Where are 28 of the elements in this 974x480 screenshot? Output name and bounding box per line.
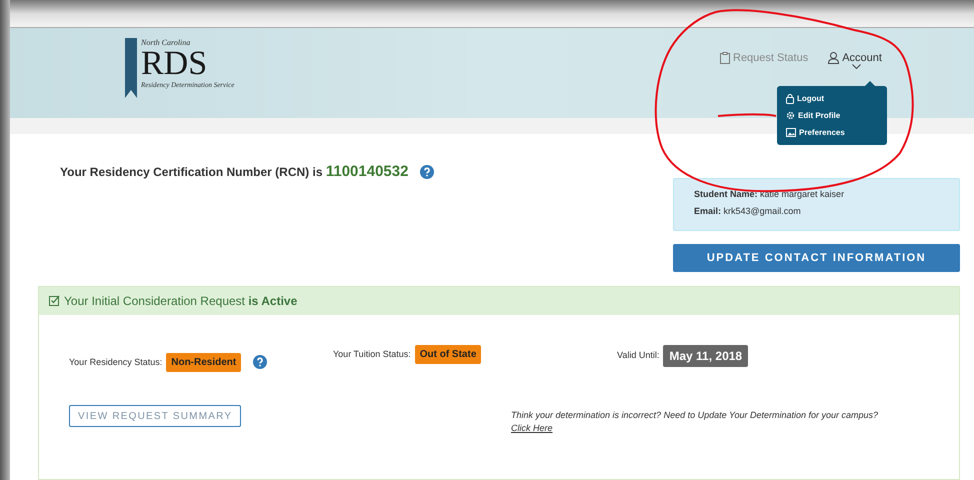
menu-item[interactable]: Preferences [777,124,887,142]
checkbox-icon [49,295,60,306]
settings-icon [786,111,795,120]
logo-subtitle: North Carolina [141,38,192,48]
update-contact-button[interactable]: UPDATE CONTACT INFORMATION [673,244,960,272]
request-status-heading: Your Initial Consideration Request is Active [64,292,298,310]
logo-text: RDS [141,48,208,80]
ribbon-icon [125,38,137,98]
status-badge: Out of State [414,344,482,364]
determination-note: Think your determination is incorrect? Need to Update Your Determination for your campus? [511,408,878,422]
menu-item[interactable]: Edit Profile [777,107,887,124]
help-icon[interactable] [420,164,434,179]
status-label: Your Residency Status: [69,356,162,369]
user-icon [828,52,840,64]
status-label: Your Tuition Status: [333,348,411,361]
status-badge: Non-Resident [166,352,242,372]
rcn-label: Your Residency Certification Number (RCN) is 1100140532 [60,162,408,182]
status-label: Valid Until: [617,349,660,362]
clipboard-icon [720,52,730,64]
help-icon[interactable] [253,355,268,370]
account-menu-link[interactable]: Account [828,50,882,67]
chevron-down-icon [852,64,862,70]
image-icon [786,128,796,138]
status-badge: May 11, 2018 [663,344,748,367]
click-here-link[interactable]: Click Here [511,422,553,436]
student-detail: Email: krk543@gmail.com [694,205,802,218]
menu-item[interactable]: Logout [777,90,887,108]
lock-icon [786,94,794,104]
